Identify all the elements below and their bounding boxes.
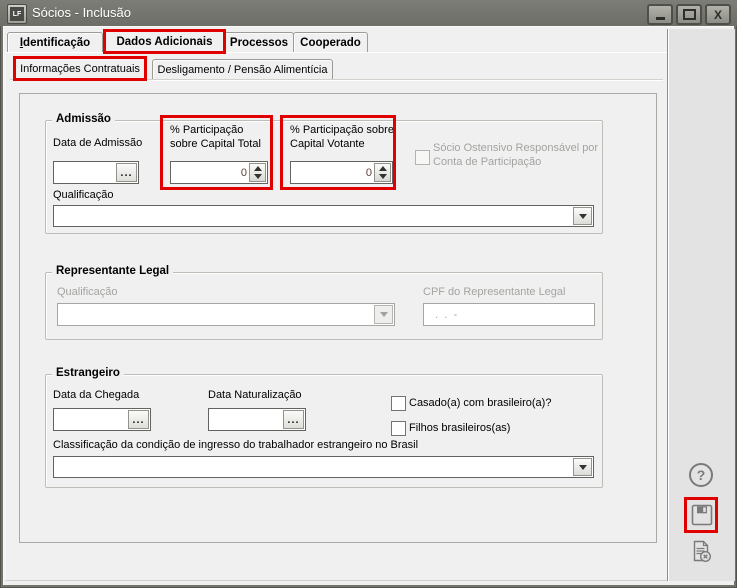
- tab-cooperado[interactable]: Cooperado: [293, 32, 368, 52]
- casado-checkbox[interactable]: [391, 396, 406, 411]
- close-icon: X: [714, 9, 722, 21]
- rep-qualificacao-combobox: [57, 303, 395, 326]
- classificacao-label: Classificação da condição de ingresso do…: [53, 438, 418, 452]
- tab-dados-adicionais-label: Dados Adicionais: [116, 36, 212, 48]
- help-button[interactable]: ?: [689, 463, 713, 487]
- app-icon[interactable]: LF: [7, 4, 27, 24]
- form-panel: Admissão Data de Admissão ... % Particip…: [19, 93, 657, 543]
- data-chegada-picker-button[interactable]: ...: [128, 410, 149, 429]
- data-admissao-picker-button[interactable]: ...: [116, 163, 137, 182]
- qualificacao-combobox[interactable]: [53, 205, 594, 227]
- group-representante-title: Representante Legal: [52, 265, 173, 277]
- app-icon-glyph: LF: [10, 7, 24, 21]
- tab-cooperado-label: Cooperado: [300, 37, 361, 49]
- titlebar: LF Sócios - Inclusão X: [0, 0, 737, 26]
- tab-processos-label: Processos: [230, 37, 288, 49]
- data-naturalizacao-label: Data Naturalização: [208, 388, 302, 402]
- spin-up-icon: [379, 166, 387, 171]
- subtab-informacoes-contratuais[interactable]: Informações Contratuais: [14, 57, 146, 80]
- subtab-informacoes-contratuais-label: Informações Contratuais: [20, 63, 140, 75]
- window-controls: X: [647, 4, 731, 25]
- tab-page-dados-adicionais: Informações Contratuais Desligamento / P…: [5, 52, 668, 581]
- data-admissao-field[interactable]: ...: [53, 161, 139, 184]
- chevron-down-icon: [579, 214, 587, 219]
- casado-label: Casado(a) com brasileiro(a)?: [409, 396, 551, 410]
- group-estrangeiro-title: Estrangeiro: [52, 367, 124, 379]
- sub-tab-bar: Informações Contratuais Desligamento / P…: [6, 57, 667, 79]
- subtab-desligamento-label: Desligamento / Pensão Alimentícia: [158, 64, 328, 76]
- part-capital-total-value: 0: [241, 162, 247, 183]
- cpf-field: . . -: [423, 303, 595, 326]
- help-icon: ?: [697, 467, 706, 483]
- cancel-record-icon: [689, 539, 713, 563]
- cpf-mask-value: . . -: [424, 308, 457, 322]
- classificacao-combobox[interactable]: [53, 456, 594, 478]
- maximize-button[interactable]: [676, 4, 702, 25]
- group-admissao: Admissão Data de Admissão ... % Particip…: [45, 120, 603, 234]
- tab-processos[interactable]: Processos: [224, 32, 294, 52]
- cpf-label: CPF do Representante Legal: [423, 285, 565, 299]
- maximize-icon: [683, 9, 696, 20]
- data-chegada-field[interactable]: ...: [53, 408, 151, 431]
- app-window: LF Sócios - Inclusão X Identificação Dad…: [0, 0, 737, 588]
- part-capital-total-label: % Participação sobre Capital Total: [170, 123, 272, 151]
- part-capital-total-spinner[interactable]: 0: [170, 161, 268, 184]
- data-naturalizacao-picker-button[interactable]: ...: [283, 410, 304, 429]
- window-title: Sócios - Inclusão: [32, 5, 131, 20]
- part-capital-votante-label: % Participação sobre Capital Votante: [290, 123, 398, 151]
- rep-qualificacao-dropdown-button: [374, 305, 393, 324]
- part-capital-votante-value: 0: [366, 162, 372, 183]
- qualificacao-label: Qualificação: [53, 188, 114, 202]
- save-button[interactable]: [690, 503, 714, 527]
- socio-ostensivo-label: Sócio Ostensivo Responsável por Conta de…: [433, 141, 601, 169]
- qualificacao-dropdown-button[interactable]: [573, 207, 592, 225]
- data-naturalizacao-field[interactable]: ...: [208, 408, 306, 431]
- data-admissao-label: Data de Admissão: [53, 136, 142, 150]
- minimize-button[interactable]: [647, 4, 673, 25]
- part-capital-votante-spinner[interactable]: 0: [290, 161, 393, 184]
- group-admissao-title: Admissão: [52, 113, 115, 125]
- part-capital-total-spin-buttons[interactable]: [249, 163, 266, 182]
- filhos-checkbox[interactable]: [391, 421, 406, 436]
- group-representante-legal: Representante Legal Qualificação CPF do …: [45, 272, 603, 340]
- spin-up-icon: [254, 166, 262, 171]
- tab-identificacao-label: Identificação: [20, 37, 90, 49]
- chevron-down-icon: [380, 312, 388, 317]
- rep-qualificacao-label: Qualificação: [57, 285, 118, 299]
- data-chegada-label: Data da Chegada: [53, 388, 139, 402]
- spin-down-icon: [379, 174, 387, 179]
- save-icon: [690, 503, 714, 527]
- subtab-desligamento[interactable]: Desligamento / Pensão Alimentícia: [152, 59, 333, 79]
- action-sidebar: ?: [667, 29, 735, 581]
- filhos-label: Filhos brasileiros(as): [409, 421, 510, 435]
- classificacao-dropdown-button[interactable]: [573, 458, 592, 476]
- minimize-icon: [656, 17, 665, 20]
- spin-down-icon: [254, 174, 262, 179]
- chevron-down-icon: [579, 465, 587, 470]
- close-button[interactable]: X: [705, 4, 731, 25]
- main-tab-bar: Identificação Dados Adicionais Processos…: [3, 30, 667, 52]
- dialog-content: Identificação Dados Adicionais Processos…: [3, 26, 734, 585]
- tab-identificacao[interactable]: Identificação: [7, 32, 103, 52]
- part-capital-votante-spin-buttons[interactable]: [374, 163, 391, 182]
- group-estrangeiro: Estrangeiro Data da Chegada ... Data Nat…: [45, 374, 603, 488]
- tab-dados-adicionais[interactable]: Dados Adicionais: [104, 30, 225, 53]
- socio-ostensivo-checkbox: [415, 150, 430, 165]
- cancel-record-button[interactable]: [689, 539, 713, 563]
